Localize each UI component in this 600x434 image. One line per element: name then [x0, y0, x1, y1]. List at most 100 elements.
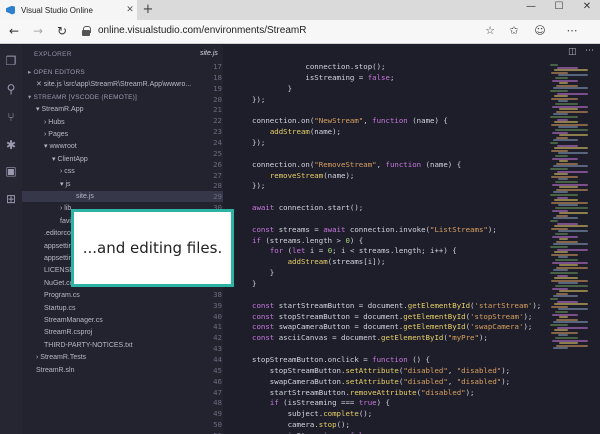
split-editor-icon[interactable]: ◫: [568, 47, 577, 57]
minimap[interactable]: [546, 60, 600, 434]
file-tree-item[interactable]: site.js: [22, 191, 223, 202]
code-token: ,: [376, 159, 386, 169]
code-token: function: [385, 159, 422, 169]
vscode-favicon-icon: [6, 5, 15, 15]
code-line: isStreaming = false;: [252, 73, 394, 82]
file-tree-item[interactable]: › css: [22, 166, 223, 177]
minimap-line: [554, 225, 588, 228]
line-number: 19: [213, 83, 222, 93]
file-tree-item[interactable]: ▾ ClientApp: [22, 154, 223, 165]
file-tree-item[interactable]: Startup.cs: [22, 303, 223, 314]
profile-icon[interactable]: ☺: [532, 24, 548, 37]
code-line: });: [252, 181, 265, 190]
minimap-line: [550, 324, 568, 326]
code-line: if (streams.length > 0) {: [252, 236, 363, 245]
file-tree-item[interactable]: StreamR.sln: [22, 365, 223, 376]
minimap-line: [550, 64, 558, 66]
sidebar-section-header[interactable]: ▾ STREAMR [VSCODE (REMOTE)]: [22, 92, 223, 103]
code-line: });: [252, 138, 265, 147]
line-number: 47: [213, 387, 222, 397]
minimap-line: [554, 329, 568, 332]
code-line: connection.stop();: [252, 62, 385, 71]
code-line: camera.stop();: [252, 420, 350, 429]
code-token: ();: [336, 420, 350, 430]
browser-tab[interactable]: Visual Studio Online ✕: [0, 0, 137, 20]
line-number: 39: [213, 300, 222, 310]
line-number: 48: [213, 398, 222, 408]
code-token: connection.on(: [252, 116, 315, 126]
code-token: () {: [407, 354, 430, 364]
minimap-line: [555, 155, 568, 157]
browser-tab-strip: Visual Studio Online ✕ + — ☐ ✕: [0, 0, 600, 20]
minimap-line: [555, 207, 588, 209]
file-tree-item[interactable]: ✕ site.js \src\app\StreamR\StreamR.App\w…: [22, 79, 223, 90]
code-token: i =: [305, 246, 328, 256]
code-line: });: [252, 95, 265, 104]
refresh-icon[interactable]: ↻: [54, 24, 70, 38]
file-tree-item[interactable]: › Hubs: [22, 117, 223, 128]
url-field[interactable]: online.visualstudio.com/environments/Str…: [98, 25, 306, 36]
file-tree-item[interactable]: › Pages: [22, 129, 223, 140]
line-number: 42: [213, 333, 222, 343]
search-icon[interactable]: ⚲: [3, 81, 19, 97]
file-tree-item[interactable]: ▾ wwwroot: [22, 141, 223, 152]
code-token: (name) {: [407, 116, 448, 126]
code-token: "disabled": [456, 365, 502, 375]
minimap-line: [554, 121, 578, 124]
line-number: 29: [213, 192, 222, 202]
code-token: let: [292, 246, 306, 256]
code-line: startStreamButton.removeAttribute("disab…: [252, 388, 475, 397]
tab-close-icon[interactable]: ✕: [123, 5, 137, 15]
code-token: false: [367, 72, 390, 82]
explorer-icon[interactable]: ❐: [3, 53, 19, 69]
code-token: setAttribute: [345, 365, 399, 375]
code-token: 'swapCamera': [470, 322, 524, 332]
minimap-line: [554, 95, 568, 98]
minimize-button[interactable]: —: [520, 1, 542, 12]
code-editor[interactable]: 17 connection.stop(); 18 isStreaming = fa…: [196, 60, 546, 434]
code-token: addStream: [269, 127, 310, 137]
code-token: startStreamButton = document.: [274, 300, 408, 310]
extensions-icon[interactable]: ⊞: [3, 191, 19, 207]
maximize-button[interactable]: ☐: [548, 1, 570, 12]
source-control-icon[interactable]: ⑂: [3, 109, 19, 125]
code-token: );: [523, 311, 533, 321]
code-token: "disabled": [403, 376, 448, 386]
star-icon[interactable]: ☆: [482, 24, 498, 37]
code-token: "disabled": [403, 365, 448, 375]
forward-icon[interactable]: →: [30, 24, 46, 38]
file-tree-item[interactable]: StreamR.csproj: [22, 327, 223, 338]
code-line: const stopStreamButton = document.getEle…: [252, 312, 532, 321]
minimap-line: [555, 259, 578, 261]
debug-icon[interactable]: ✱: [3, 137, 19, 153]
new-tab-button[interactable]: +: [141, 2, 155, 17]
file-tree-item[interactable]: StreamManager.cs: [22, 315, 223, 326]
editor-tab-bar: ◫ ⋯: [223, 45, 600, 60]
minimap-line: [555, 285, 588, 287]
minimap-line: [559, 134, 588, 137]
lock-icon[interactable]: [82, 26, 91, 36]
more-icon[interactable]: ⋯: [564, 24, 580, 37]
remote-icon[interactable]: ▣: [3, 163, 19, 179]
code-token: }: [252, 279, 257, 288]
minimap-line: [559, 82, 568, 85]
file-tree-item[interactable]: ▾ js: [22, 179, 223, 190]
code-token: stop: [318, 420, 337, 430]
editor-more-icon[interactable]: ⋯: [585, 46, 594, 56]
code-token: await: [323, 224, 346, 234]
minimap-line: [559, 108, 578, 111]
close-window-button[interactable]: ✕: [576, 1, 598, 12]
minimap-line: [559, 316, 568, 319]
code-token: });: [252, 137, 266, 147]
code-token: const: [252, 311, 275, 321]
file-tree-item[interactable]: Program.cs: [22, 290, 223, 301]
sidebar-section-header[interactable]: ▸ OPEN EDITORS: [22, 67, 223, 78]
favorites-icon[interactable]: ✩: [506, 24, 522, 37]
file-tree-item[interactable]: ▾ StreamR.App: [22, 104, 223, 115]
file-tree-item[interactable]: THIRD-PARTY-NOTICES.txt: [22, 340, 223, 351]
file-tree-item[interactable]: › StreamR.Tests: [22, 352, 223, 363]
back-icon[interactable]: ←: [6, 24, 22, 38]
active-file-label[interactable]: site.js: [200, 50, 218, 57]
